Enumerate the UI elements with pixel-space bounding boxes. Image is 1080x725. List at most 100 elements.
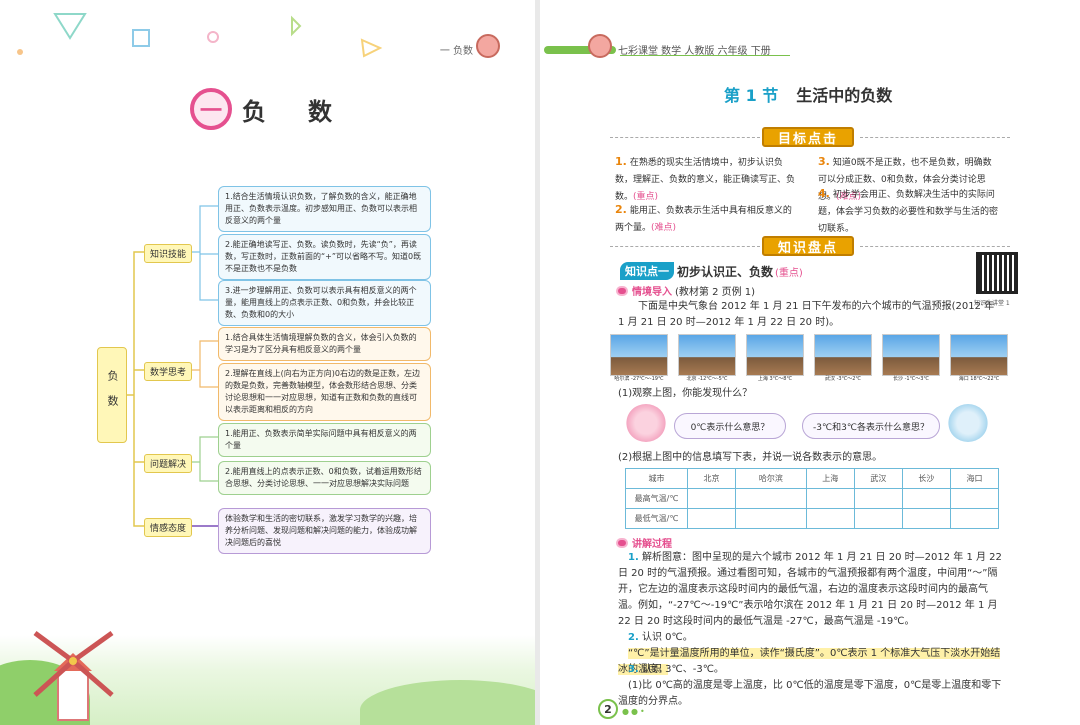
photo-caption: 长沙 -1℃～3℃ (893, 376, 929, 382)
photo-caption: 海口 18℃～22℃ (958, 376, 1000, 382)
mind-map-box: 1.结合具体生活情境理解负数的含义，体会引入负数的学习是为了区分具有相反意义的两… (218, 327, 431, 361)
goal-number: 1. (615, 155, 627, 168)
row-label: 最低气温/℃ (625, 508, 688, 529)
row-label: 最高气温/℃ (625, 488, 688, 509)
blank-cell[interactable] (853, 508, 903, 529)
table-header-cell: 海口 (949, 468, 1000, 489)
section-title: 第 1 节生活中的负数 (724, 82, 892, 106)
divider (860, 246, 1010, 247)
left-page: 一 负数 一 负数 负数 知识技能 数学思考 问题解决 情感态度 1.结合生活情… (0, 0, 535, 725)
goal-number: 2. (615, 203, 627, 216)
qr-code-icon[interactable] (976, 252, 1018, 294)
divider (610, 137, 760, 138)
blank-cell[interactable] (901, 488, 951, 509)
photo-caption: 哈尔滨 -27℃～-19℃ (614, 376, 664, 382)
blank-cell[interactable] (686, 488, 737, 509)
explanation-paragraph: (1)比 0℃高的温度是零上温度，比 0℃低的温度是零下温度，0℃是零上温度和零… (618, 678, 1004, 710)
city-photo (610, 334, 668, 376)
table-row: 最高气温/℃ (625, 488, 1000, 509)
goal-number: 3. (818, 155, 830, 168)
mascot-icon (588, 34, 612, 58)
item-number: 3. (628, 664, 639, 675)
explanation-paragraph: 1. 解析图意：图中呈现的是六个城市 2012 年 1 月 21 日 20 时—… (618, 550, 1004, 630)
explanation-label: 讲解过程 (632, 539, 672, 550)
photo-caption: 上海 3℃～8℃ (757, 376, 793, 382)
blank-cell[interactable] (949, 508, 1000, 529)
blank-cell[interactable] (735, 508, 807, 529)
knowledge-point-heading: 知识点一 初步认识正、负数 (重点) (620, 262, 803, 280)
blank-cell[interactable] (735, 488, 807, 509)
scenario-label: 情境导入 (632, 287, 672, 298)
item-number: 2. (628, 632, 639, 643)
table-header-row: 城市 北京 哈尔滨 上海 武汉 长沙 海口 (625, 468, 1000, 489)
mind-map-root: 负数 (97, 347, 127, 443)
item-text: 解析图意：图中呈现的是六个城市 2012 年 1 月 21 日 20 时—201… (618, 552, 1002, 627)
photo-caption: 武汉 -3℃～2℃ (825, 376, 861, 382)
blank-cell[interactable] (805, 488, 855, 509)
explanation-heading: 讲解过程 (616, 535, 672, 550)
goal-item: 2. 能用正、负数表示生活中具有相反意义的两个量。(难点) (615, 201, 797, 237)
item-text: 认识 0℃。 (641, 632, 693, 643)
knowledge-banner: 知识盘点 (762, 236, 855, 256)
knowledge-point-tag: 知识点一 (620, 262, 674, 280)
scenario-heading: 情境导入 (教材第 2 页例 1) (616, 283, 755, 298)
speech-bubble: 0℃表示什么意思？ (674, 413, 786, 439)
blank-cell[interactable] (805, 508, 855, 529)
branch-math-thinking: 数学思考 (144, 362, 193, 381)
goal-text: 能用正、负数表示生活中具有相反意义的两个量。 (615, 206, 792, 233)
mind-map-box: 体验数学和生活的密切联系，激发学习数学的兴趣，培养分析问题、发现问题和解决问题的… (218, 508, 431, 554)
textbook-spread: 一 负数 一 负数 负数 知识技能 数学思考 问题解决 情感态度 1.结合生活情… (0, 0, 1080, 725)
right-page: 七彩课堂 数学 人教版 六年级 下册 第 1 节生活中的负数 目标点击 1. 在熟… (540, 0, 1080, 725)
item-text: 认识 3℃、-3℃。 (641, 664, 724, 675)
blank-cell[interactable] (949, 488, 1000, 509)
explanation-paragraph: 3. 认识 3℃、-3℃。 (618, 662, 1004, 678)
table-header-cell: 城市 (625, 468, 688, 489)
goal-text: 初步学会用正、负数解决生活中的实际问题，体会学习负数的必要性和数学与生活的密切联… (818, 190, 999, 234)
explanation-paragraph: 2. 认识 0℃。 (618, 630, 1004, 646)
city-photo (950, 334, 1008, 376)
knowledge-point-emphasis: (重点) (775, 267, 803, 279)
table-header-cell: 北京 (686, 468, 737, 489)
divider (860, 137, 1010, 138)
section-number: 第 1 节 (724, 86, 779, 105)
goal-number: 4. (818, 187, 830, 200)
pencil-icon (616, 537, 628, 548)
mind-map-box: 1.能用正、负数表示简单实际问题中具有相反意义的两个量 (218, 423, 431, 457)
table-header-cell: 长沙 (901, 468, 951, 489)
mind-map-box: 2.能用直线上的点表示正数、0和负数，试着运用数形结合思想、分类讨论思想、一一对… (218, 461, 431, 495)
pencil-icon (616, 285, 628, 296)
table-header-cell: 哈尔滨 (735, 468, 807, 489)
item-number: 1. (628, 552, 639, 563)
branch-problem-solving: 问题解决 (144, 454, 193, 473)
page-number-dots: ●●• (622, 707, 647, 716)
mind-map-box: 1.结合生活情境认识负数，了解负数的含义，能正确地用正、负数表示温度。初步感知用… (218, 186, 431, 232)
blank-cell[interactable] (901, 508, 951, 529)
city-photo (882, 334, 940, 376)
blank-cell[interactable] (686, 508, 737, 529)
fairy-icon (948, 404, 988, 442)
scenario-ref: (教材第 2 页例 1) (675, 287, 756, 298)
page-number: 2 (598, 699, 618, 719)
mind-map-box: 3.进一步理解用正、负数可以表示具有相反意义的两个量，能用直线上的点表示正数、0… (218, 280, 431, 326)
item-text: (1)比 0℃高的温度是零上温度，比 0℃低的温度是零下温度，0℃是零上温度和零… (618, 680, 1002, 707)
windmill-icon (33, 630, 114, 721)
photo-caption: 北京 -12℃～-5℃ (686, 376, 728, 382)
branch-knowledge-skills: 知识技能 (144, 244, 193, 263)
fairy-icon (626, 404, 666, 442)
goals-banner: 目标点击 (762, 127, 855, 147)
goal-item: 1. 在熟悉的现实生活情境中，初步认识负数，理解正、负数的意义，能正确读写正、负数… (615, 153, 797, 206)
divider (610, 246, 760, 247)
city-photo (746, 334, 804, 376)
question-1: (1)观察上图，你能发现什么？ (618, 388, 753, 399)
section-name: 生活中的负数 (796, 86, 893, 105)
knowledge-point-title: 初步认识正、负数 (677, 264, 774, 279)
temperature-table: 城市 北京 哈尔滨 上海 武汉 长沙 海口 最高气温/℃ 最低气温/℃ (625, 468, 1000, 529)
city-photo (814, 334, 872, 376)
mind-map-box: 2.理解在直线上(向右为正方向)0右边的数是正数，左边的数是负数，完善数轴模型，… (218, 363, 431, 421)
goal-item: 4. 初步学会用正、负数解决生活中的实际问题，体会学习负数的必要性和数学与生活的密… (818, 185, 1000, 238)
branch-attitude: 情感态度 (144, 518, 193, 537)
table-header-cell: 武汉 (853, 468, 903, 489)
mind-map-box: 2.能正确地读写正、负数。读负数时，先读“负”，再读数，写正数时，正数前面的“+… (218, 234, 431, 280)
goal-tag: (难点) (651, 223, 677, 233)
blank-cell[interactable] (853, 488, 903, 509)
